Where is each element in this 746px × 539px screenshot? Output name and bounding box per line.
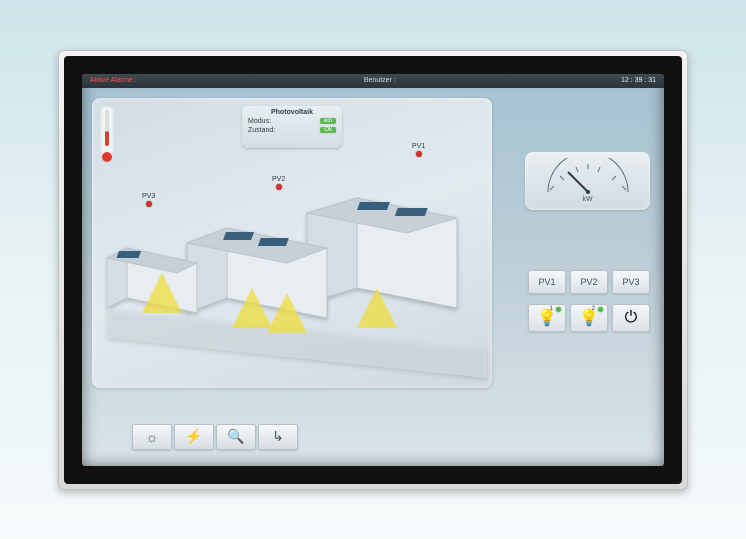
zoom-button[interactable]: 🔍 [216,424,256,450]
status-bar: Aktive Alarme : Benutzer : 12 : 39 : 31 [82,74,664,88]
light-cone-4 [357,288,397,328]
sun-button[interactable]: ☼ [132,424,172,450]
mode-row: Modus: ein [248,118,336,125]
gauge-icon [538,158,638,194]
light-cone-1 [142,273,182,313]
arrow-right-icon: ↳ [272,428,284,445]
user-label: Benutzer : [364,77,396,84]
device-bezel: Aktive Alarme : Benutzer : 12 : 39 : 31 … [58,50,688,490]
pv1-marker[interactable]: PV1 [412,143,425,157]
state-label: Zustand: [248,127,275,134]
hmi-screen: Aktive Alarme : Benutzer : 12 : 39 : 31 … [82,74,664,466]
light-button-row: 💡 1 💡 2 ⏻ [528,304,650,332]
alarm-label: Aktive Alarme : [90,77,137,84]
light-2-button[interactable]: 💡 2 [570,304,608,332]
magnifier-icon: 🔍 [227,428,244,445]
power-gauge-panel: kW [525,152,650,210]
thermometer-icon [100,106,114,156]
pv1-button[interactable]: PV1 [528,270,566,294]
pv-button-row: PV1 PV2 PV3 [528,270,650,294]
light-2-number: 2 [592,306,595,312]
panel-title: Photovoltaik [248,109,336,116]
light-1-button[interactable]: 💡 1 [528,304,566,332]
light-2-led-icon [598,307,603,312]
pv3-button[interactable]: PV3 [612,270,650,294]
building-area: PV1 PV2 PV3 [112,158,482,378]
state-value: Ok [320,127,336,133]
device-inner: Aktive Alarme : Benutzer : 12 : 39 : 31 … [64,56,682,484]
pv2-button[interactable]: PV2 [570,270,608,294]
pv1-label: PV1 [412,143,425,150]
energy-button[interactable]: ⚡ [174,424,214,450]
main-visual-panel[interactable]: Photovoltaik Modus: ein Zustand: Ok PV1 [92,98,492,388]
status-user: Benutzer : [364,77,396,84]
light-cone-3 [267,293,307,333]
power-icon: ⏻ [625,309,638,327]
photovoltaic-status-panel: Photovoltaik Modus: ein Zustand: Ok [242,106,342,148]
sun-icon: ☼ [146,429,159,445]
light-cone-2 [232,288,272,328]
pv2-label: PV2 [272,176,285,183]
mode-value: ein [320,118,336,124]
light-1-led-icon [556,307,561,312]
gauge-unit: kW [582,196,592,203]
state-row: Zustand: Ok [248,127,336,134]
bulb-icon: 💡 [537,308,557,328]
navigate-button[interactable]: ↳ [258,424,298,450]
bolt-icon: ⚡ [185,428,202,445]
status-clock: 12 : 39 : 31 [621,77,656,84]
light-1-number: 1 [550,306,553,312]
pv1-indicator-icon [416,151,422,157]
bottom-toolbar: ☼ ⚡ 🔍 ↳ [132,424,298,450]
bulb-icon: 💡 [579,308,599,328]
mode-label: Modus: [248,118,271,125]
power-button[interactable]: ⏻ [612,304,650,332]
status-alarms: Aktive Alarme : [90,77,139,84]
